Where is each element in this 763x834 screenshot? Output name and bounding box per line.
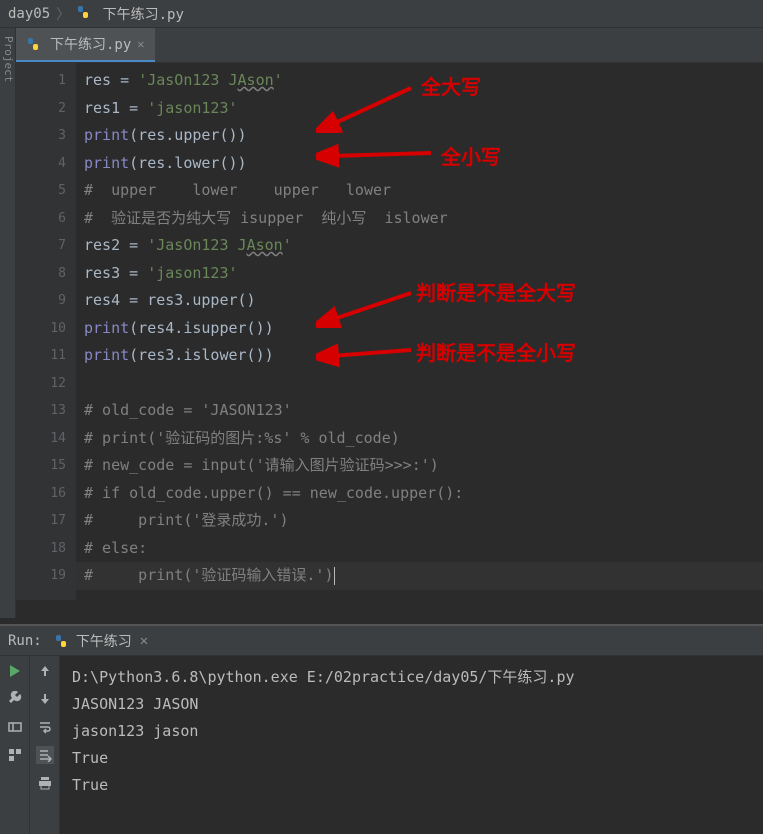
run-tab[interactable]: 下午练习 ✕ <box>54 631 148 651</box>
code-line: # if old_code.upper() == new_code.upper(… <box>76 480 763 508</box>
editor-tab-bar: 下午练习.py ✕ <box>0 28 763 63</box>
close-icon[interactable]: ✕ <box>137 37 144 51</box>
down-arrow-icon[interactable] <box>36 690 54 708</box>
code-line: # new_code = input('请输入图片验证码>>>:') <box>76 452 763 480</box>
run-output[interactable]: D:\Python3.6.8\python.exe E:/02practice/… <box>60 656 763 834</box>
code-line: print(res4.isupper()) <box>76 315 763 343</box>
run-label: Run: <box>8 633 42 649</box>
breadcrumb: day05 〉 下午练习.py <box>0 0 763 28</box>
code-area[interactable]: res = 'JasOn123 JAson' res1 = 'jason123'… <box>76 63 763 600</box>
code-line: print(res.upper()) <box>76 122 763 150</box>
run-panel-header: Run: 下午练习 ✕ <box>0 626 763 656</box>
up-arrow-icon[interactable] <box>36 662 54 680</box>
breadcrumb-folder[interactable]: day05 <box>8 6 50 22</box>
layout-icon[interactable] <box>6 718 24 736</box>
python-file-icon <box>26 37 40 51</box>
code-line: # print('验证码的图片:%s' % old_code) <box>76 425 763 453</box>
scroll-to-end-icon[interactable] <box>36 746 54 764</box>
structure-icon[interactable] <box>6 746 24 764</box>
code-line: res = 'JasOn123 JAson' <box>76 67 763 95</box>
breadcrumb-file[interactable]: 下午练习.py <box>76 4 184 24</box>
run-toolbar-primary <box>0 656 30 834</box>
wrap-icon[interactable] <box>36 718 54 736</box>
code-line: print(res3.islower()) <box>76 342 763 370</box>
run-toolbar-secondary <box>30 656 60 834</box>
code-line: # upper lower upper lower <box>76 177 763 205</box>
code-line: res4 = res3.upper() <box>76 287 763 315</box>
code-line: res3 = 'jason123' <box>76 260 763 288</box>
python-file-icon <box>54 634 68 648</box>
code-line: # print('登录成功.') <box>76 507 763 535</box>
code-line: # print('验证码输入错误.') <box>76 562 763 590</box>
editor-tab[interactable]: 下午练习.py ✕ <box>16 28 155 62</box>
code-line: res1 = 'jason123' <box>76 95 763 123</box>
text-cursor <box>334 567 335 585</box>
code-line: print(res.lower()) <box>76 150 763 178</box>
code-line: # 验证是否为纯大写 isupper 纯小写 islower <box>76 205 763 233</box>
gutter: 1 2 3 4 5 6 7 8 9 10 11 12 13 14 15 16 1… <box>16 63 76 600</box>
wrench-icon[interactable] <box>6 690 24 708</box>
editor-area[interactable]: 1 2 3 4 5 6 7 8 9 10 11 12 13 14 15 16 1… <box>16 63 763 600</box>
python-file-icon <box>76 5 90 19</box>
code-line: res2 = 'JasOn123 JAson' <box>76 232 763 260</box>
code-line: # old_code = 'JASON123' <box>76 397 763 425</box>
code-line <box>76 370 763 398</box>
print-icon[interactable] <box>36 774 54 792</box>
breadcrumb-separator: 〉 <box>56 4 70 24</box>
tab-label: 下午练习.py <box>50 34 131 54</box>
run-icon[interactable] <box>6 662 24 680</box>
code-line: # else: <box>76 535 763 563</box>
close-icon[interactable]: ✕ <box>140 633 148 649</box>
project-tool-sidebar[interactable]: Project <box>0 28 16 618</box>
run-panel: Run: 下午练习 ✕ <box>0 624 763 834</box>
